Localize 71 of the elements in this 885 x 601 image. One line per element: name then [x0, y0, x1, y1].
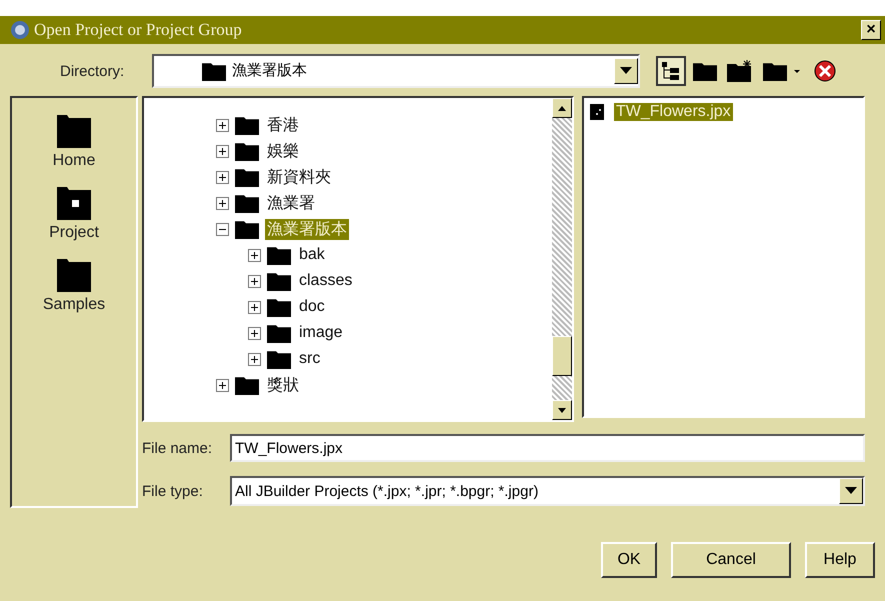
scroll-up-button[interactable]	[552, 98, 572, 118]
folder-icon	[235, 374, 259, 396]
expand-icon[interactable]	[216, 196, 229, 210]
directory-dropdown[interactable]: 漁業署版本	[152, 54, 640, 88]
tree-item[interactable]: classes	[297, 272, 354, 290]
tree-item[interactable]: 娛樂	[265, 140, 301, 162]
window-title: Open Project or Project Group	[34, 20, 243, 40]
dialog-button[interactable]: Cancel	[671, 542, 791, 578]
scrollbar[interactable]	[552, 98, 572, 420]
folder-icon	[763, 60, 787, 82]
close-button[interactable]: ×	[861, 20, 881, 40]
new-folder-icon	[727, 60, 753, 82]
expand-icon[interactable]	[216, 170, 229, 184]
file-type-label: File type:	[142, 482, 204, 500]
tree-item[interactable]: 新資料夾	[265, 166, 333, 188]
directory-label: Directory:	[60, 62, 126, 80]
shortcut-button[interactable]: Home	[52, 112, 96, 170]
shortcut-button[interactable]: Samples	[42, 256, 106, 314]
dropdown-button[interactable]	[839, 478, 863, 504]
caret-icon	[845, 487, 857, 495]
folder-icon	[202, 60, 226, 82]
folder-icon	[235, 140, 259, 162]
folder-icon	[235, 114, 259, 136]
scroll-thumb[interactable]	[552, 336, 572, 376]
tree-view-button[interactable]	[656, 56, 686, 86]
collapse-icon[interactable]	[216, 222, 229, 236]
dropdown-button[interactable]	[614, 58, 638, 84]
folder-icon	[235, 166, 259, 188]
folder-icon	[267, 270, 291, 292]
tree-item[interactable]: 獎狀	[265, 374, 301, 396]
down-arrow-icon	[558, 408, 566, 413]
tree-item[interactable]: 香港	[265, 114, 301, 136]
tree-item[interactable]: 漁業署	[265, 192, 317, 214]
file-name-label: File name:	[142, 440, 214, 456]
app-icon	[10, 20, 30, 40]
file-name-field[interactable]: TW_Flowers.jpx	[230, 434, 865, 462]
tree-item[interactable]: doc	[297, 298, 327, 316]
tree-item[interactable]: 漁業署版本	[265, 218, 349, 240]
folder-icon	[56, 184, 91, 220]
folder-icon	[267, 296, 291, 318]
file-type-dropdown[interactable]: All JBuilder Projects (*.jpx; *.jpr; *.bpgr; *.jpgr)	[230, 476, 865, 506]
tree-item[interactable]: src	[297, 350, 322, 368]
file-item[interactable]: TW_Flowers.jpx	[614, 103, 733, 121]
expand-icon[interactable]	[248, 300, 261, 314]
up-arrow-icon	[558, 106, 566, 111]
folder-icon	[235, 218, 259, 240]
expand-icon[interactable]	[248, 326, 261, 340]
expand-icon[interactable]	[248, 248, 261, 262]
tree-item[interactable]: image	[297, 324, 345, 342]
folder-icon	[235, 192, 259, 214]
file-type-value: All JBuilder Projects (*.jpx; *.jpr; *.bpgr; *.jpgr)	[234, 482, 538, 500]
tree-item[interactable]: bak	[297, 246, 327, 264]
scroll-down-button[interactable]	[552, 400, 572, 420]
expand-icon[interactable]	[248, 352, 261, 366]
folder-icon	[57, 256, 91, 292]
expand-icon[interactable]	[216, 144, 229, 158]
shortcut-button[interactable]: Project	[49, 184, 99, 242]
folder-icon	[693, 60, 717, 82]
folder-icon	[267, 322, 291, 344]
expand-icon[interactable]	[248, 274, 261, 288]
folder-icon	[57, 112, 91, 148]
tree-view-icon	[661, 61, 681, 81]
delete-icon	[814, 60, 836, 82]
directory-value: 漁業署版本	[232, 61, 307, 80]
folder-icon	[267, 348, 291, 370]
folder-icon	[267, 244, 291, 266]
dialog-button[interactable]: Help	[805, 542, 875, 578]
caret-icon	[620, 67, 632, 75]
expand-icon[interactable]	[216, 118, 229, 132]
dialog-button[interactable]: OK	[601, 542, 657, 578]
expand-icon[interactable]	[216, 378, 229, 392]
